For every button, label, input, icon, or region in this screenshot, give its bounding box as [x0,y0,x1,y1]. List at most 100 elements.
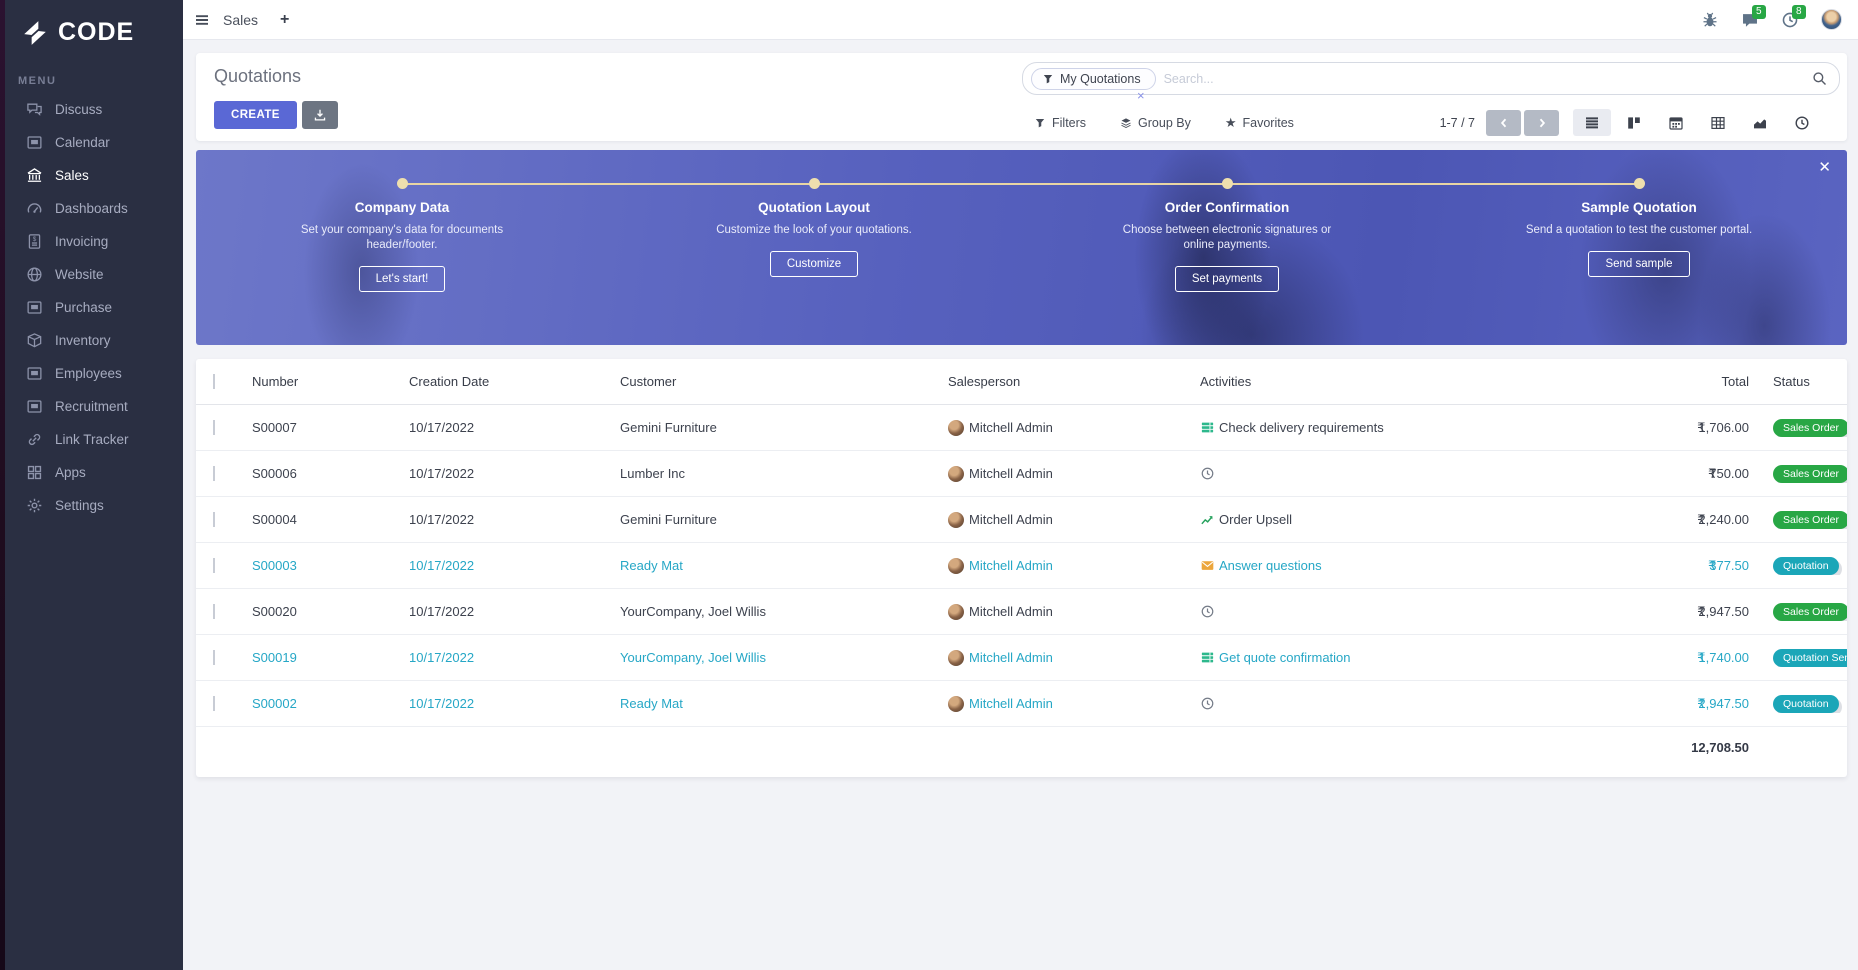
column-header-creation-date[interactable]: Creation Date [396,374,607,389]
step-action-button[interactable]: Let's start! [359,266,446,292]
sidebar-item-link-tracker[interactable]: Link Tracker [0,423,183,456]
cell-activities[interactable]: Answer questions [1187,558,1655,573]
quotation-row-S00019[interactable]: S0001910/17/2022YourCompany, Joel Willis… [196,635,1847,681]
cell-number: S00006 [238,466,396,481]
row-checkbox[interactable] [213,466,215,481]
sidebar-item-sales[interactable]: Sales [0,159,183,192]
cell-status: Sales Order [1755,511,1847,529]
sidebar-item-settings[interactable]: Settings [0,489,183,522]
row-checkbox[interactable] [213,604,215,619]
pager-previous-button[interactable] [1486,110,1521,136]
sidebar-item-website[interactable]: Website [0,258,183,291]
sidebar-item-dashboards[interactable]: Dashboards [0,192,183,225]
cell-customer: Ready Mat [607,558,935,573]
filter-tools: Filters Group By ★ Favorites [1034,116,1294,130]
view-switch-list[interactable] [1573,109,1611,136]
sidebar-item-label: Calendar [55,135,110,150]
cell-activities[interactable]: Get quote confirmation [1187,650,1655,665]
view-switch-pivot[interactable] [1699,109,1737,136]
quotation-row-S00007[interactable]: S0000710/17/2022Gemini FurnitureMitchell… [196,405,1847,451]
debug-bug-icon[interactable] [1701,11,1719,29]
sidebar-item-label: Invoicing [55,234,108,249]
select-all-checkbox[interactable] [213,374,215,389]
app-logo[interactable]: CODE [0,0,183,61]
sidebar-item-employees[interactable]: Employees [0,357,183,390]
search-input[interactable] [1164,72,1812,86]
sidebar-item-invoicing[interactable]: $Invoicing [0,225,183,258]
cell-creation-date: 10/17/2022 [396,466,607,481]
cell-activities[interactable]: Order Upsell [1187,512,1655,527]
cell-status: Sales Order [1755,465,1847,483]
menu-section-label: MENU [0,61,183,93]
timeline-dot [1634,178,1645,189]
step-description: Customize the look of your quotations. [699,223,929,238]
filter-chip-label: My Quotations [1060,72,1141,86]
step-action-button[interactable]: Customize [770,251,858,277]
activity-list-icon [1200,420,1215,435]
activity-clock-icon [1200,696,1215,711]
sidebar-item-label: Recruitment [55,399,128,414]
cell-salesperson: Mitchell Admin [935,420,1187,436]
quotation-row-S00020[interactable]: S0002010/17/2022YourCompany, Joel Willis… [196,589,1847,635]
cell-activities[interactable] [1187,466,1655,481]
search-bar[interactable]: My Quotations × [1022,62,1840,95]
sidebar-item-purchase[interactable]: Purchase [0,291,183,324]
quotation-row-S00003[interactable]: S0000310/17/2022Ready MatMitchell AdminA… [196,543,1847,589]
filter-chip-my-quotations[interactable]: My Quotations [1031,68,1156,90]
column-header-salesperson[interactable]: Salesperson [935,374,1187,389]
remove-filter-icon[interactable]: × [1137,88,1145,103]
row-checkbox[interactable] [213,696,215,711]
column-header-activities[interactable]: Activities [1187,374,1655,389]
view-switch-activity[interactable] [1783,109,1821,136]
quotation-row-S00002[interactable]: S0000210/17/2022Ready MatMitchell Admin₹… [196,681,1847,727]
view-switch-calendar[interactable] [1657,109,1695,136]
groupby-button[interactable]: Group By [1120,116,1191,130]
row-checkbox[interactable] [213,558,215,573]
cell-status: Quotation Sent [1755,649,1847,667]
cell-salesperson: Mitchell Admin [935,696,1187,712]
cell-activities[interactable] [1187,604,1655,619]
column-header-status[interactable]: Status [1755,374,1847,389]
activities-clock-icon[interactable]: 8 [1781,11,1799,29]
step-action-button[interactable]: Set payments [1175,266,1279,292]
sidebar-item-calendar[interactable]: Calendar [0,126,183,159]
view-switch-graph[interactable] [1741,109,1779,136]
sidebar-item-recruitment[interactable]: Recruitment [0,390,183,423]
pager-next-button[interactable] [1524,110,1559,136]
search-icon[interactable] [1812,71,1827,86]
messages-icon[interactable]: 5 [1741,11,1759,29]
column-header-customer[interactable]: Customer [607,374,935,389]
sidebar-item-label: Website [55,267,104,282]
cell-activities[interactable] [1187,696,1655,711]
sidebar-item-discuss[interactable]: Discuss [0,93,183,126]
sidebar-item-inventory[interactable]: Inventory [0,324,183,357]
quotation-row-S00004[interactable]: S0000410/17/2022Gemini FurnitureMitchell… [196,497,1847,543]
hamburger-menu-icon[interactable] [194,12,210,28]
filters-button[interactable]: Filters [1034,116,1086,130]
step-action-button[interactable]: Send sample [1588,251,1689,277]
column-header-number[interactable]: Number [238,374,396,389]
pager: 1-7 / 7 [1440,110,1559,136]
breadcrumb: Quotations [214,66,301,87]
user-avatar[interactable] [1821,9,1842,30]
banner-close-icon[interactable]: ✕ [1818,158,1831,176]
messages-count-badge: 5 [1752,5,1766,19]
topbar-app-title[interactable]: Sales [223,12,258,28]
row-checkbox[interactable] [213,650,215,665]
control-panel: Quotations CREATE My Quotations × [196,53,1847,141]
view-switch-kanban[interactable] [1615,109,1653,136]
sidebar-item-apps[interactable]: Apps [0,456,183,489]
salesperson-avatar [948,558,964,574]
quotation-row-S00006[interactable]: S0000610/17/2022Lumber IncMitchell Admin… [196,451,1847,497]
new-tab-button[interactable]: + [280,11,289,29]
cell-activities[interactable]: Check delivery requirements [1187,420,1655,435]
sidebar: CODE MENU Discuss Calendar SalesDashboards… [0,0,183,970]
salesperson-avatar [948,696,964,712]
row-checkbox[interactable] [213,420,215,435]
column-header-total[interactable]: Total [1655,374,1755,389]
onboarding-timeline [402,183,1639,185]
favorites-button[interactable]: ★ Favorites [1225,116,1294,130]
row-checkbox[interactable] [213,512,215,527]
bank-icon [26,167,43,184]
step-description: Choose between electronic signatures or … [1112,223,1342,253]
